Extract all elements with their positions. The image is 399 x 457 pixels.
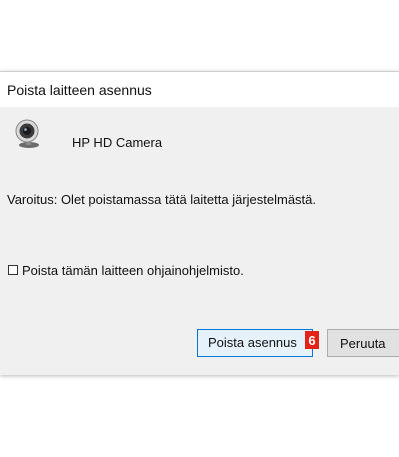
cancel-button-label: Peruuta [340,335,386,351]
checkbox-box[interactable] [8,265,18,275]
warning-text: Varoitus: Olet poistamassa tätä laitetta… [7,192,317,207]
device-name: HP HD Camera [72,135,163,150]
dialog-title: Poista laitteen asennus [7,82,152,98]
webcam-icon [15,119,39,148]
cancel-button[interactable]: Peruuta [327,329,399,357]
dialog-titlebar: Poista laitteen asennus [0,71,399,107]
checkbox-label: Poista tämän laitteen ohjainohjelmisto. [22,262,244,278]
step-marker-badge: 6 [305,331,319,349]
remove-driver-checkbox[interactable]: Poista tämän laitteen ohjainohjelmisto. [8,262,244,278]
uninstall-button-label: Poista asennus [208,335,297,350]
uninstall-button[interactable]: Poista asennus [197,329,313,357]
uninstall-device-dialog: Poista laitteen asennus HP HD Camera Var… [0,71,399,375]
